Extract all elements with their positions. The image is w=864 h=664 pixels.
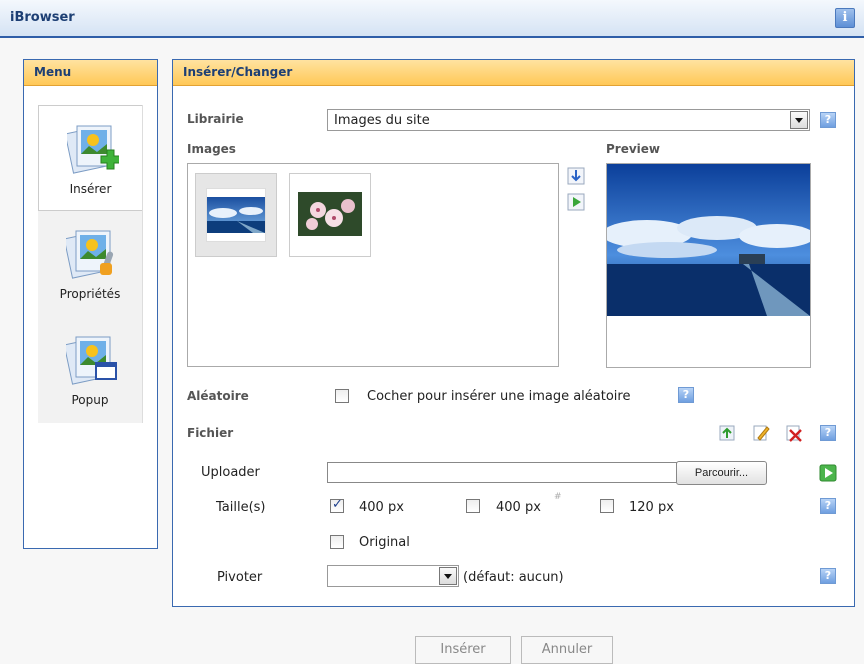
size-400-text: 400 px (359, 500, 404, 515)
preview-label: Preview (606, 142, 661, 156)
file-label: Fichier (187, 426, 234, 440)
menu-panel: Menu Insérer Propriétés Popup (23, 59, 158, 549)
help-icon-file[interactable]: ? (820, 425, 836, 441)
download-icon[interactable] (567, 167, 585, 185)
random-checkbox-text: Cocher pour insérer une image aléatoire (367, 389, 631, 404)
play-icon[interactable] (567, 193, 585, 211)
help-icon-random[interactable]: ? (678, 387, 694, 403)
rotate-select[interactable] (327, 565, 459, 587)
menu-label-popup: Popup (71, 393, 109, 407)
chevron-down-icon[interactable] (439, 567, 457, 585)
size-120-checkbox[interactable] (600, 499, 614, 513)
delete-icon[interactable] (785, 424, 803, 442)
thumbnail-pier[interactable] (195, 173, 277, 257)
main-title: Insérer/Changer (173, 60, 854, 86)
menu-item-popup[interactable]: Popup (38, 317, 142, 423)
size-120-text: 120 px (629, 500, 674, 515)
pier-sky-thumbnail (207, 197, 265, 233)
properties-image-icon (66, 230, 114, 279)
menu-label-insert: Insérer (69, 182, 112, 196)
images-list (187, 163, 559, 367)
upload-go-icon[interactable] (819, 464, 837, 482)
random-checkbox[interactable] (335, 389, 349, 403)
help-icon-sizes[interactable]: ? (820, 498, 836, 514)
browse-button[interactable]: Parcourir... (676, 461, 767, 485)
help-icon-library[interactable]: ? (820, 112, 836, 128)
size-400-checkbox[interactable] (330, 497, 344, 513)
popup-image-icon (66, 336, 117, 385)
uploader-label: Uploader (201, 465, 260, 480)
help-icon-rotate[interactable]: ? (820, 568, 836, 584)
library-select[interactable]: Images du site (327, 109, 810, 131)
library-label: Librairie (187, 112, 244, 126)
flowers-thumbnail (298, 192, 362, 236)
rename-icon[interactable] (752, 424, 770, 442)
window-title: iBrowser (10, 10, 75, 25)
rotate-default-text: (défaut: aucun) (463, 570, 564, 585)
size-400-watermark-text: 400 px (496, 500, 541, 515)
chevron-down-icon[interactable] (790, 111, 808, 129)
menu-title: Menu (24, 60, 157, 86)
menu-item-properties[interactable]: Propriétés (38, 211, 142, 317)
original-text: Original (359, 535, 410, 550)
random-label: Aléatoire (187, 389, 249, 403)
size-400-watermark-checkbox[interactable] (466, 499, 480, 513)
preview-box (606, 163, 811, 368)
library-value: Images du site (334, 113, 430, 128)
insert-image-icon (67, 125, 119, 174)
images-label: Images (187, 142, 236, 156)
image-frame (206, 188, 266, 242)
thumbnail-flowers[interactable] (289, 173, 371, 257)
rotate-label: Pivoter (217, 570, 263, 585)
menu-label-properties: Propriétés (59, 287, 121, 301)
uploader-file-field[interactable] (327, 462, 677, 483)
sizes-label: Taille(s) (216, 500, 266, 515)
upload-file-icon[interactable] (718, 424, 736, 442)
window-titlebar: iBrowser i (0, 0, 864, 38)
original-checkbox[interactable] (330, 535, 344, 549)
info-icon[interactable]: i (835, 8, 855, 28)
menu-item-insert[interactable]: Insérer (38, 105, 142, 211)
preview-image (607, 164, 810, 316)
watermark-icon: # (554, 492, 562, 502)
menu-list: Insérer Propriétés Popup (38, 105, 143, 423)
